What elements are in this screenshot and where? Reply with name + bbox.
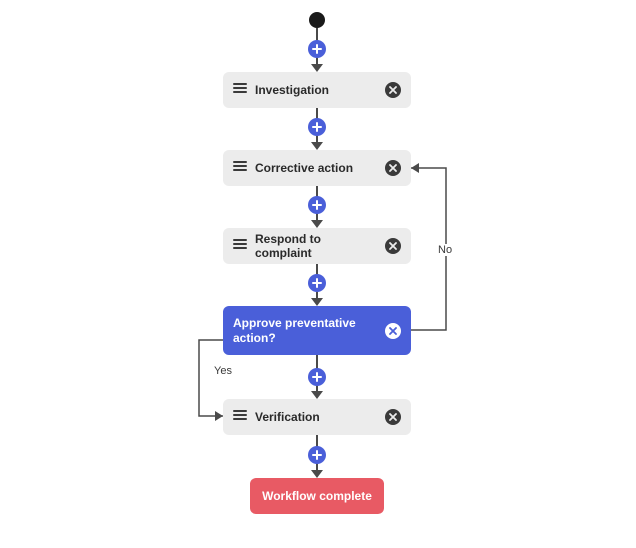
add-step-button[interactable] bbox=[308, 274, 326, 292]
terminal-label: Workflow complete bbox=[262, 489, 372, 503]
plus-icon bbox=[312, 450, 322, 460]
step-label: Investigation bbox=[255, 83, 377, 97]
arrowhead-icon bbox=[311, 142, 323, 150]
branch-label-no: No bbox=[435, 244, 455, 256]
remove-step-button[interactable] bbox=[385, 160, 401, 176]
drag-handle-icon[interactable] bbox=[233, 237, 247, 255]
workflow-step-investigation[interactable]: Investigation bbox=[223, 72, 411, 108]
close-icon bbox=[389, 327, 397, 335]
workflow-step-respond-to-complaint[interactable]: Respond to complaint bbox=[223, 228, 411, 264]
plus-icon bbox=[312, 200, 322, 210]
add-step-button[interactable] bbox=[308, 196, 326, 214]
drag-handle-icon[interactable] bbox=[233, 159, 247, 177]
plus-icon bbox=[312, 44, 322, 54]
plus-icon bbox=[312, 122, 322, 132]
decision-label: Approve preventative action? bbox=[233, 316, 377, 345]
close-icon bbox=[389, 413, 397, 421]
remove-step-button[interactable] bbox=[385, 82, 401, 98]
plus-icon bbox=[312, 278, 322, 288]
drag-handle-icon[interactable] bbox=[233, 81, 247, 99]
add-step-button[interactable] bbox=[308, 118, 326, 136]
workflow-decision-approve[interactable]: Approve preventative action? bbox=[223, 306, 411, 355]
step-label: Verification bbox=[255, 410, 377, 424]
step-label: Corrective action bbox=[255, 161, 377, 175]
branch-label-yes: Yes bbox=[211, 365, 235, 377]
plus-icon bbox=[312, 372, 322, 382]
workflow-step-verification[interactable]: Verification bbox=[223, 399, 411, 435]
arrowhead-icon bbox=[311, 220, 323, 228]
workflow-step-corrective-action[interactable]: Corrective action bbox=[223, 150, 411, 186]
close-icon bbox=[389, 242, 397, 250]
arrowhead-icon bbox=[311, 470, 323, 478]
arrowhead-icon bbox=[311, 64, 323, 72]
remove-step-button[interactable] bbox=[385, 323, 401, 339]
arrowhead-icon bbox=[311, 391, 323, 399]
close-icon bbox=[389, 86, 397, 94]
step-label: Respond to complaint bbox=[255, 232, 377, 260]
add-step-button[interactable] bbox=[308, 446, 326, 464]
close-icon bbox=[389, 164, 397, 172]
workflow-terminal: Workflow complete bbox=[250, 478, 384, 514]
add-step-button[interactable] bbox=[308, 40, 326, 58]
start-node bbox=[309, 12, 325, 28]
drag-handle-icon[interactable] bbox=[233, 408, 247, 426]
arrowhead-icon bbox=[311, 298, 323, 306]
remove-step-button[interactable] bbox=[385, 238, 401, 254]
add-step-button[interactable] bbox=[308, 368, 326, 386]
remove-step-button[interactable] bbox=[385, 409, 401, 425]
